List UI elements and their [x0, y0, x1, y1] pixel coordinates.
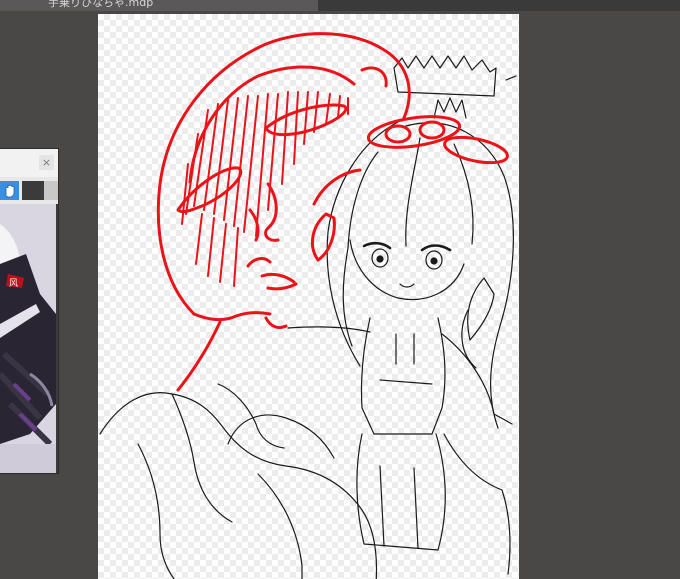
hand-icon: [5, 184, 15, 198]
close-icon[interactable]: ×: [39, 155, 54, 170]
lineart-hair-strand-b: [405, 137, 421, 247]
redline-head-outline: [156, 32, 411, 316]
canvas-artwork: [99, 32, 517, 579]
hand-tool-button[interactable]: [0, 181, 19, 200]
document-tab-title: 手乗りひなちゃ.mdp: [48, 0, 154, 9]
navigator-toolbar: [0, 177, 58, 204]
redline-hair-loop: [310, 212, 336, 262]
lineart-hand-thumb: [217, 383, 285, 449]
document-tab[interactable]: 手乗りひなちゃ.mdp: [0, 0, 318, 11]
redline-hair-curl: [312, 168, 362, 206]
lineart-cloth: [227, 414, 335, 459]
redline-head-lower: [192, 311, 272, 322]
lineart-mouth: [399, 283, 415, 288]
redline-ear: [360, 66, 388, 88]
navigator-titlebar[interactable]: ×: [0, 149, 58, 177]
redline-halo-a: [366, 115, 462, 149]
lineart-arm: [287, 326, 371, 333]
lineart-coat-buttons: [395, 333, 415, 365]
lineart-tiara: [433, 97, 467, 119]
lineart-leg-right: [413, 467, 419, 549]
navigator-panel: × 风: [0, 148, 59, 474]
navigator-preview-image[interactable]: 风: [0, 204, 56, 473]
lineart-hand-finger-c: [257, 473, 303, 579]
lineart-hand-finger-b: [137, 443, 175, 579]
preview-badge: 风: [9, 278, 18, 289]
navigator-toolbar-divider: [22, 181, 44, 200]
document-tab-bar: 手乗りひなちゃ.mdp: [0, 0, 680, 11]
lineart-hair-left: [326, 121, 399, 367]
lineart-hand-finger-a: [171, 393, 233, 523]
redline-neck: [176, 320, 222, 392]
lineart-crown-tip: [505, 75, 517, 81]
lineart-sleeve-right: [441, 333, 513, 425]
lineart-hair-strand-d: [342, 247, 353, 347]
redline-sketch-layer: [156, 32, 509, 392]
lineart-coat-belt: [379, 379, 433, 385]
lineart-pupil-left: [376, 255, 384, 263]
lineart-pupil-right: [430, 257, 438, 265]
lineart-cloth-2: [443, 433, 511, 575]
drawing-canvas[interactable]: [98, 14, 519, 579]
redline-halo-b: [443, 135, 509, 165]
redline-halo-d: [418, 120, 446, 140]
paint-app-window: 手乗りひなちゃ.mdp × 风: [0, 0, 680, 579]
lineart-leaf: [467, 277, 495, 341]
redline-chin: [246, 257, 272, 268]
lineart-coat: [360, 317, 446, 435]
lineart-hand-palm: [99, 392, 378, 579]
lineart-leaf-2: [461, 309, 477, 369]
navigator-zoom-control[interactable]: [44, 181, 58, 200]
lineart-hair-right: [405, 122, 514, 429]
redline-mouth: [260, 272, 298, 291]
lineart-brow-left: [362, 241, 392, 250]
preview-artwork: 风: [0, 204, 56, 473]
redline-halo-c: [384, 124, 412, 144]
lineart-brow-right: [420, 244, 452, 252]
lineart-leg-left: [379, 465, 385, 547]
lineart-hair-strand-a: [347, 151, 379, 249]
redline-hand: [264, 316, 288, 330]
lineart-skirt: [356, 433, 446, 551]
redline-nose: [264, 182, 280, 242]
